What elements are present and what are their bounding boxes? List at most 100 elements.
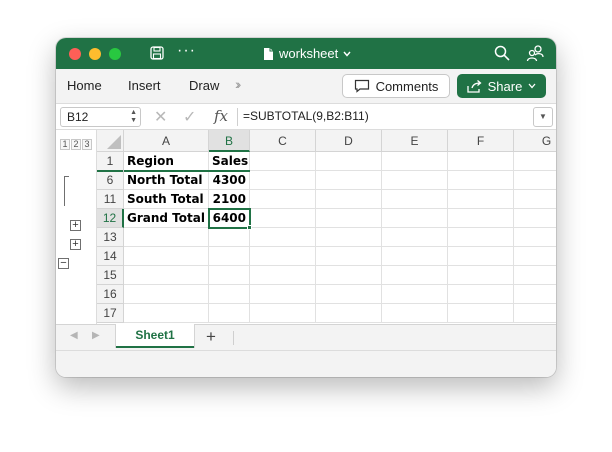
table-cell[interactable] [209, 285, 250, 304]
row-header[interactable]: 6 [97, 171, 124, 190]
column-header-d[interactable]: D [316, 130, 382, 152]
table-cell[interactable] [250, 247, 316, 266]
table-cell[interactable] [382, 247, 448, 266]
cell-a11[interactable]: South Total [124, 190, 209, 209]
table-cell[interactable] [448, 285, 514, 304]
more-options-icon[interactable]: ··· [177, 42, 196, 60]
table-cell[interactable] [316, 247, 382, 266]
table-cell[interactable] [382, 190, 448, 209]
table-cell[interactable] [316, 152, 382, 171]
sheet-tab-sheet1[interactable]: Sheet1 [116, 324, 194, 348]
table-cell[interactable] [448, 190, 514, 209]
table-cell[interactable] [124, 228, 209, 247]
outline-level-1-button[interactable]: 1 [60, 139, 70, 150]
confirm-edit-icon[interactable]: ✓ [183, 107, 196, 127]
table-cell[interactable] [514, 266, 556, 285]
tab-insert[interactable]: Insert [128, 78, 161, 93]
table-cell[interactable] [448, 171, 514, 190]
table-cell[interactable] [209, 266, 250, 285]
expand-formula-bar-button[interactable]: ▼ [533, 107, 553, 127]
table-cell[interactable] [514, 304, 556, 323]
table-cell[interactable] [250, 171, 316, 190]
next-sheet-icon[interactable]: ▶ [92, 330, 100, 341]
table-cell[interactable] [514, 228, 556, 247]
table-cell[interactable] [316, 266, 382, 285]
cell-a6[interactable]: North Total [124, 171, 209, 190]
comments-button[interactable]: Comments [342, 74, 450, 98]
table-cell[interactable] [316, 209, 382, 228]
table-cell[interactable] [316, 171, 382, 190]
table-cell[interactable] [448, 228, 514, 247]
table-cell[interactable] [316, 228, 382, 247]
table-cell[interactable] [382, 152, 448, 171]
add-sheet-icon[interactable]: + [206, 327, 216, 347]
table-cell[interactable] [448, 209, 514, 228]
table-cell[interactable] [316, 285, 382, 304]
column-header-c[interactable]: C [250, 130, 316, 152]
row-header[interactable]: 13 [97, 228, 124, 247]
expand-group-icon[interactable]: + [70, 220, 81, 231]
cancel-edit-icon[interactable]: ✕ [154, 107, 167, 127]
zoom-window-button[interactable] [109, 48, 121, 60]
formula-input[interactable]: =SUBTOTAL(9,B2:B11) [243, 109, 369, 123]
cell-a12[interactable]: Grand Total [124, 209, 209, 228]
table-cell[interactable] [514, 247, 556, 266]
cell-a1[interactable]: Region [124, 152, 209, 171]
table-cell[interactable] [250, 266, 316, 285]
table-cell[interactable] [250, 152, 316, 171]
expand-group-icon[interactable]: + [70, 239, 81, 250]
table-cell[interactable] [448, 304, 514, 323]
row-header[interactable]: 17 [97, 304, 124, 323]
cell-b1[interactable]: Sales [209, 152, 250, 171]
collapse-group-icon[interactable]: − [58, 258, 69, 269]
table-cell[interactable] [514, 209, 556, 228]
table-cell[interactable] [316, 190, 382, 209]
row-header[interactable]: 12 [97, 209, 124, 228]
fill-handle[interactable] [247, 225, 252, 230]
table-cell[interactable] [382, 266, 448, 285]
outline-level-2-button[interactable]: 2 [71, 139, 81, 150]
previous-sheet-icon[interactable]: ◀ [70, 330, 78, 341]
table-cell[interactable] [382, 228, 448, 247]
name-box-stepper-icon[interactable]: ▲ ▼ [130, 109, 137, 125]
share-button[interactable]: Share [457, 74, 546, 98]
column-header-b[interactable]: B [209, 130, 250, 152]
column-header-e[interactable]: E [382, 130, 448, 152]
cell-b6[interactable]: 4300 [209, 171, 250, 190]
search-icon[interactable] [494, 45, 510, 61]
select-all-corner[interactable] [97, 130, 124, 152]
table-cell[interactable] [316, 304, 382, 323]
table-cell[interactable] [250, 209, 316, 228]
table-cell[interactable] [250, 228, 316, 247]
table-cell[interactable] [124, 247, 209, 266]
table-cell[interactable] [124, 285, 209, 304]
table-cell[interactable] [209, 304, 250, 323]
share-people-icon[interactable] [526, 44, 544, 62]
table-cell[interactable] [448, 266, 514, 285]
table-cell[interactable] [514, 190, 556, 209]
column-header-a[interactable]: A [124, 130, 209, 152]
table-cell[interactable] [209, 247, 250, 266]
table-cell[interactable] [382, 209, 448, 228]
row-header[interactable]: 15 [97, 266, 124, 285]
table-cell[interactable] [382, 171, 448, 190]
table-cell[interactable] [514, 171, 556, 190]
table-cell[interactable] [382, 304, 448, 323]
table-cell[interactable] [124, 266, 209, 285]
table-cell[interactable] [514, 285, 556, 304]
tab-draw[interactable]: Draw [189, 78, 219, 93]
table-cell[interactable] [250, 304, 316, 323]
table-cell[interactable] [209, 228, 250, 247]
close-window-button[interactable] [69, 48, 81, 60]
more-tabs-chevron-icon[interactable]: ›› [235, 76, 242, 92]
table-cell[interactable] [250, 190, 316, 209]
row-header[interactable]: 16 [97, 285, 124, 304]
table-cell[interactable] [124, 304, 209, 323]
outline-level-3-button[interactable]: 3 [82, 139, 92, 150]
column-header-f[interactable]: F [448, 130, 514, 152]
cell-b11[interactable]: 2100 [209, 190, 250, 209]
save-icon[interactable] [150, 46, 164, 60]
document-title[interactable]: worksheet [263, 46, 351, 61]
table-cell[interactable] [382, 285, 448, 304]
row-header[interactable]: 14 [97, 247, 124, 266]
